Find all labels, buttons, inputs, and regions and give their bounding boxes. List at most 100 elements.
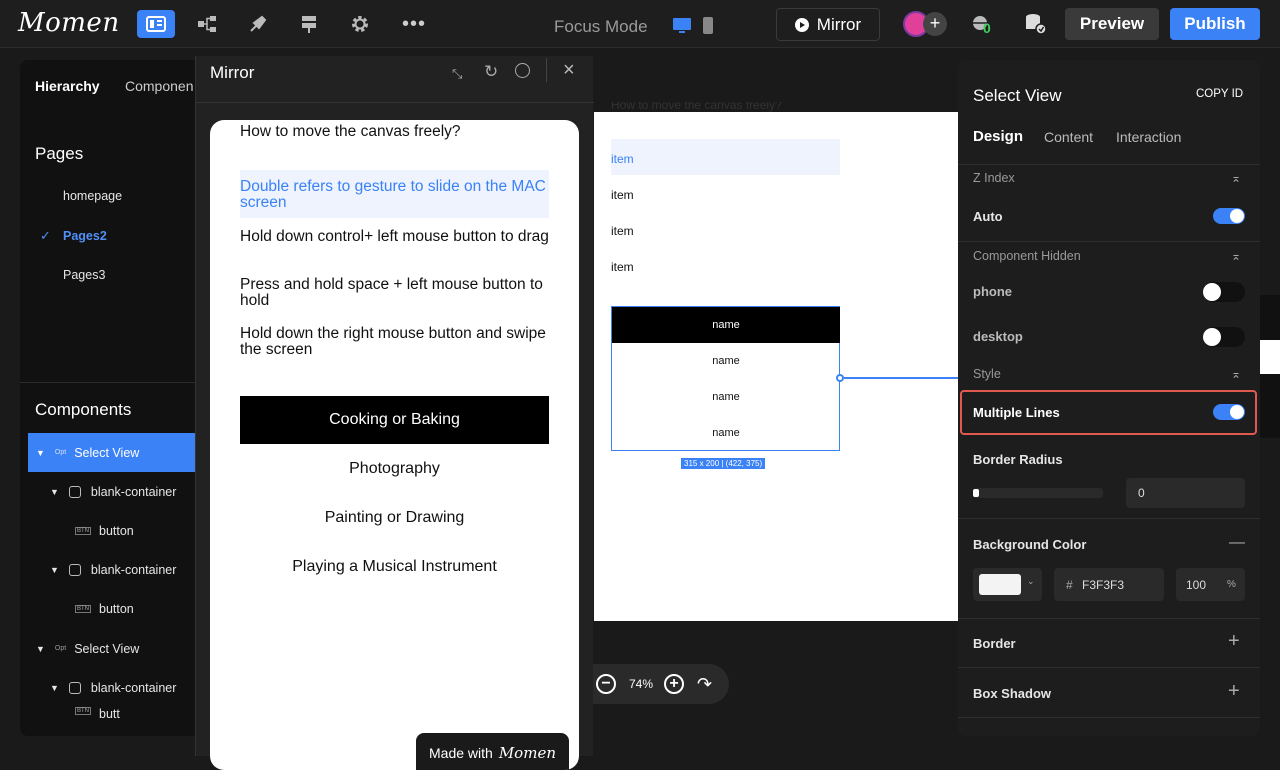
refresh-icon[interactable]: ↻	[484, 62, 498, 82]
button-tag-icon: BTN	[75, 604, 91, 613]
tab-interaction[interactable]: Interaction	[1116, 129, 1181, 145]
settings-button[interactable]	[341, 10, 379, 38]
tip-item[interactable]: Hold down the right mouse button and swi…	[240, 326, 560, 358]
tip-item[interactable]: Press and hold space + left mouse button…	[240, 277, 560, 309]
divider	[196, 102, 594, 103]
collapse-icon[interactable]: ⌅	[1231, 249, 1241, 263]
desktop-preview-toggle[interactable]	[672, 17, 692, 40]
mobile-preview-toggle[interactable]	[702, 16, 714, 40]
tab-content[interactable]: Content	[1044, 129, 1093, 145]
option-tag-icon: Opt	[54, 449, 67, 456]
color-swatch-picker[interactable]: ⌄	[973, 568, 1042, 601]
phone-icon	[703, 17, 713, 34]
actions-button[interactable]	[239, 10, 277, 38]
tip-item[interactable]: Hold down control+ left mouse button to …	[240, 229, 560, 245]
tab-components[interactable]: Componen	[125, 78, 194, 94]
more-button[interactable]: •••	[395, 10, 433, 38]
offscreen-frame-fill	[1260, 340, 1280, 374]
phone-toggle[interactable]	[1203, 282, 1245, 302]
component-item-button[interactable]: BTN button	[75, 511, 195, 550]
made-with-badge[interactable]: Made with Momen	[416, 733, 569, 770]
opacity-input[interactable]: 100 %	[1176, 568, 1245, 601]
canvas-list-item[interactable]: item	[611, 152, 634, 166]
option-tag-icon: Opt	[54, 645, 67, 652]
component-item-select-view[interactable]: ▼ Opt Select View	[28, 629, 195, 668]
more-icon: •••	[401, 12, 426, 35]
page-item-homepage[interactable]: homepage	[63, 189, 122, 203]
component-item-select-view[interactable]: ▼ Opt Select View	[28, 433, 195, 472]
component-label: button	[99, 523, 134, 538]
page-item-pages3[interactable]: Pages3	[63, 268, 105, 282]
design-canvas[interactable]: How to move the canvas freely? item item…	[594, 102, 958, 621]
collapse-icon[interactable]: ⤡	[452, 66, 462, 82]
component-item-button[interactable]: BTN button	[75, 589, 195, 628]
minus-icon[interactable]: —	[1229, 534, 1245, 552]
momen-brand: Momen	[498, 744, 556, 762]
canvas-list-item[interactable]: item	[611, 260, 634, 274]
plus-icon[interactable]: +	[1228, 680, 1240, 703]
select-row[interactable]: name	[612, 343, 840, 379]
border-radius-slider[interactable]	[973, 488, 1103, 498]
component-label: button	[99, 601, 134, 616]
option-item[interactable]: Cooking or Baking	[240, 396, 549, 444]
component-hidden-label: Component Hidden	[973, 249, 1081, 263]
copy-id-button[interactable]: COPY ID	[1196, 88, 1243, 100]
add-collaborator-icon[interactable]: +	[923, 12, 947, 36]
option-item[interactable]: Photography	[240, 445, 549, 493]
multiple-lines-toggle[interactable]	[1213, 404, 1245, 420]
mirror-title: Mirror	[210, 63, 255, 82]
layout-view-button[interactable]	[137, 10, 175, 38]
redo-icon[interactable]: ↷	[697, 674, 712, 695]
hex-value: F3F3F3	[1082, 578, 1125, 592]
select-row[interactable]: name	[612, 379, 840, 415]
play-icon	[794, 17, 809, 32]
hex-input[interactable]: # F3F3F3	[1054, 568, 1164, 601]
resize-handle[interactable]	[836, 374, 844, 382]
momen-logo[interactable]: Momen	[18, 8, 120, 38]
signpost-icon	[302, 16, 316, 33]
option-item[interactable]: Painting or Drawing	[240, 494, 549, 542]
zoom-in-icon[interactable]: +	[664, 674, 684, 694]
mirror-button[interactable]: Mirror	[776, 8, 880, 41]
select-row[interactable]: name	[612, 307, 840, 343]
database-button[interactable]	[1024, 13, 1048, 40]
zoom-out-icon[interactable]: −	[596, 674, 616, 694]
option-item[interactable]: Playing a Musical Instrument	[240, 543, 549, 591]
page-item-pages2[interactable]: Pages2	[63, 229, 107, 243]
chevron-down-icon: ⌄	[1027, 576, 1035, 586]
select-row[interactable]: name	[612, 415, 840, 451]
border-radius-value: 0	[1138, 486, 1145, 500]
tab-design[interactable]: Design	[973, 128, 1023, 145]
auto-toggle[interactable]	[1213, 208, 1245, 224]
data-model-button[interactable]	[188, 10, 226, 38]
collapse-icon[interactable]: ⌅	[1231, 367, 1241, 381]
border-radius-input[interactable]: 0	[1126, 478, 1245, 508]
canvas-list-item[interactable]: item	[611, 224, 634, 238]
component-item-blank-container[interactable]: ▼ blank-container	[50, 668, 195, 707]
close-icon[interactable]: ×	[563, 59, 575, 82]
api-button[interactable]	[290, 10, 328, 38]
phone-label: phone	[973, 284, 1012, 299]
component-item-blank-container[interactable]: ▼ blank-container	[50, 472, 195, 511]
preview-button[interactable]: Preview	[1065, 8, 1159, 40]
publish-button[interactable]: Publish	[1170, 8, 1260, 40]
made-with-label: Made with	[429, 745, 493, 761]
component-item-button[interactable]: BTN butt	[75, 707, 195, 727]
tab-hierarchy[interactable]: Hierarchy	[35, 78, 100, 94]
mirror-panel: Mirror ⤡ ↻ × How to move the canvas free…	[195, 56, 594, 770]
desktop-label: desktop	[973, 329, 1023, 344]
selected-select-view[interactable]: name name name name	[611, 306, 840, 451]
component-item-blank-container[interactable]: ▼ blank-container	[50, 550, 195, 589]
slider-handle[interactable]	[973, 489, 979, 497]
focus-mode-label[interactable]: Focus Mode	[554, 17, 648, 37]
compass-icon[interactable]	[515, 63, 530, 78]
canvas-list-item[interactable]: item	[611, 188, 634, 202]
plus-icon[interactable]: +	[1228, 630, 1240, 653]
tip-item[interactable]: Double refers to gesture to slide on the…	[240, 179, 560, 211]
desktop-toggle[interactable]	[1203, 327, 1245, 347]
rocket-icon	[250, 15, 267, 32]
box-shadow-label: Box Shadow	[973, 686, 1052, 701]
container-icon	[68, 681, 81, 694]
canvas-heading: How to move the canvas freely?	[611, 102, 782, 112]
collapse-icon[interactable]: ⌅	[1231, 171, 1241, 185]
